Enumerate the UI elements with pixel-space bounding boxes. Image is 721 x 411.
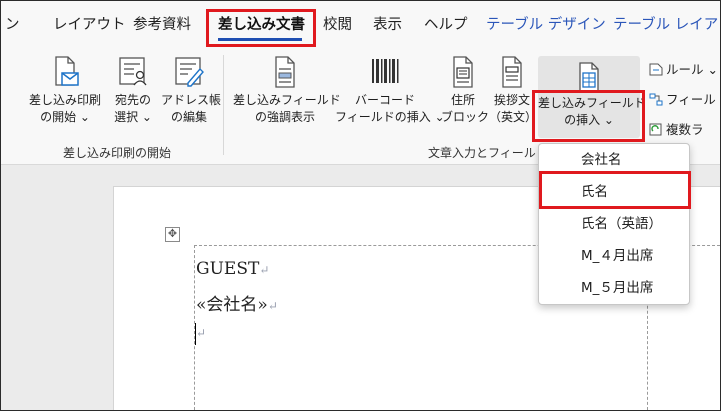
recipients-list-icon [119,57,147,86]
tab-partial[interactable]: ン [5,17,20,33]
rules-label: ルール ⌄ [666,62,718,77]
menu-item-may-attendance[interactable]: M_５月出席 [539,272,689,304]
edit-list-icon [175,57,204,87]
merge-field-dropdown: 会社名 氏名 氏名（英語） M_４月出席 M_５月出席 [538,143,690,305]
tab-references[interactable]: 参考資料 [133,17,191,33]
rules-icon [649,63,663,76]
barcode-label-1: バーコード [354,93,415,107]
tab-table-layout[interactable]: テーブル レイア [613,17,718,33]
greeting-line-label-1: 挨拶文 [493,93,530,107]
paragraph-mark: ↵ [259,263,270,277]
insert-merge-field-icon [579,62,599,92]
highlight-fields-label-2: の強調表示 [254,110,315,124]
barcode-icon [372,59,399,83]
start-mail-merge-label-1: 差し込み印刷 [28,93,101,107]
edit-list-label-2: の編集 [170,110,207,124]
select-recipients-label-1: 宛先の [114,93,151,107]
doc-line-company-field[interactable]: «会社名»↵ [196,290,278,315]
company-merge-field: «会社名» [196,295,268,315]
paragraph-mark: ↵ [196,326,207,340]
mail-merge-document-icon [55,56,79,86]
tab-view[interactable]: 表示 [373,17,402,33]
highlight-fields-icon [275,56,295,88]
paragraph-mark: ↵ [267,299,278,313]
highlight-name-item [539,171,691,209]
group-label-write-insert-fields: 文章入力とフィールド [428,146,548,160]
select-recipients-label-2: 選択 ⌄ [114,110,152,124]
tab-table-design[interactable]: テーブル デザイン [486,17,606,33]
greeting-line-label-2: （英文） [489,110,538,124]
text-cursor [195,323,196,345]
highlight-insert-merge-field [532,90,645,142]
doc-line-guest[interactable]: GUEST↵ [196,259,269,279]
start-mail-merge-button[interactable]: 差し込み印刷 の開始 ⌄ [27,55,103,126]
word-window: ン レイアウト 参考資料 差し込み文書 校閲 表示 ヘルプ テーブル デザイン … [0,0,721,411]
address-block-icon [453,56,473,88]
edit-recipient-list-button[interactable]: アドレス帳 の編集 [161,55,222,126]
rules-button[interactable]: ルール ⌄ [649,59,718,78]
table-move-handle[interactable]: ✥ [165,227,180,242]
start-mail-merge-label-2: の開始 ⌄ [40,110,90,124]
match-fields-label: フィール [666,92,716,107]
update-labels-button[interactable]: 複数ラ [649,119,704,138]
guest-text: GUEST [196,259,260,279]
highlight-mailings-tab [206,9,316,47]
address-block-button[interactable]: 住所 ブロック [441,55,490,126]
address-block-label-2: ブロック [441,110,490,124]
highlight-merge-fields-button[interactable]: 差し込みフィールド の強調表示 [233,55,341,126]
highlight-fields-label-1: 差し込みフィールド [233,93,341,107]
select-recipients-button[interactable]: 宛先の 選択 ⌄ [109,55,157,126]
menu-item-april-attendance[interactable]: M_４月出席 [539,240,689,272]
update-labels-label: 複数ラ [666,122,704,137]
edit-list-label-1: アドレス帳 [161,93,222,107]
tab-help[interactable]: ヘルプ [424,17,468,33]
group-label-start-mail-merge: 差し込み印刷の開始 [63,146,172,160]
tab-layout[interactable]: レイアウト [53,17,126,33]
doc-line-empty[interactable]: ↵ [196,322,206,342]
ribbon-tab-bar: ン レイアウト 参考資料 差し込み文書 校閲 表示 ヘルプ テーブル デザイン … [1,1,720,45]
match-fields-icon [649,93,663,106]
update-labels-icon [649,123,662,136]
menu-item-name-english[interactable]: 氏名（英語） [539,208,689,240]
insert-barcode-field-button[interactable]: バーコード フィールドの挿入 ⌄ [335,55,445,126]
greeting-line-button[interactable]: 挨拶文 （英文） [489,55,538,126]
match-fields-button[interactable]: フィール [649,89,716,108]
address-block-label-1: 住所 [450,93,475,107]
group-separator [223,55,224,155]
barcode-label-2: フィールドの挿入 ⌄ [335,110,445,124]
greeting-line-icon [502,56,522,88]
tab-review[interactable]: 校閲 [323,17,352,33]
